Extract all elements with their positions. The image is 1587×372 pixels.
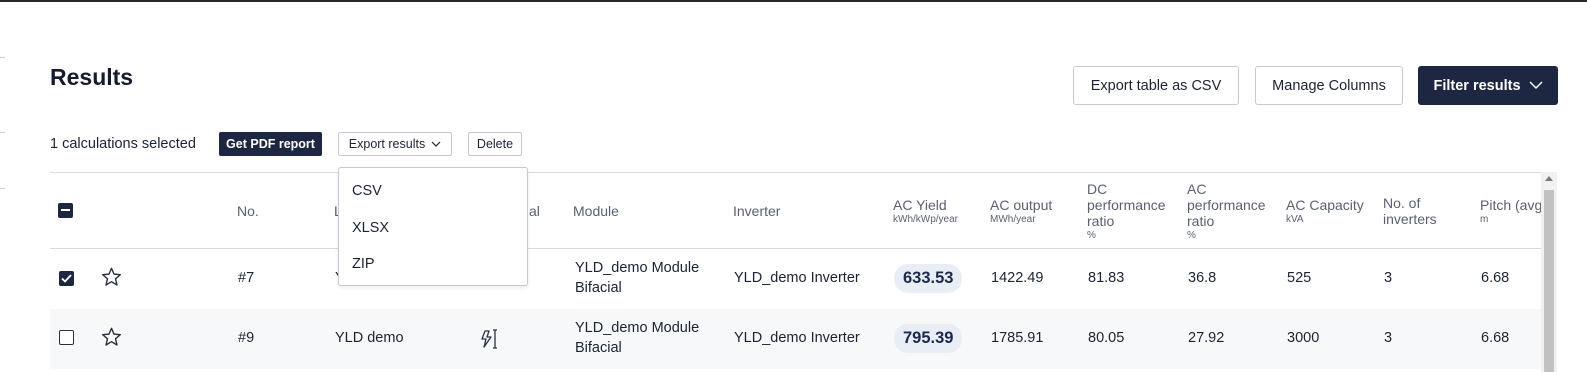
header-inverters-line: No. of [1383, 195, 1421, 211]
row-ac-pr: 36.8 [1188, 270, 1217, 286]
header-ac-pr-line: ratio [1187, 213, 1215, 229]
header-ac-output-unit: MWh/year [990, 214, 1036, 225]
row-module-line: YLD_demo Module [575, 260, 700, 276]
header-ac-output-label: AC output [990, 197, 1053, 213]
top-border [0, 0, 1587, 2]
header-pitch-label: Pitch (avg [1480, 197, 1543, 213]
star-icon[interactable] [101, 327, 122, 347]
table-scrollbar[interactable] [1541, 172, 1557, 372]
left-divider [0, 57, 5, 58]
cursor-text-icon [481, 329, 497, 349]
page-title: Results [50, 64, 134, 90]
left-divider [0, 188, 5, 189]
header-ac-output[interactable]: AC output MWh/year [990, 197, 1052, 226]
filter-results-button[interactable]: Filter results [1418, 66, 1558, 105]
row-module: YLD_demo Module Bifacial [575, 258, 699, 298]
chevron-down-icon [431, 141, 441, 147]
export-results-button[interactable]: Export results [338, 132, 452, 156]
header-no[interactable]: No. [237, 203, 259, 219]
header-dc-pr-line: ratio [1087, 213, 1115, 229]
ac-yield-badge: 633.53 [894, 264, 963, 293]
row-no: #7 [238, 270, 255, 286]
row-label: YLD demo [335, 330, 404, 346]
select-all-checkbox[interactable] [58, 203, 73, 218]
ac-yield-badge: 795.39 [894, 324, 963, 353]
row-module: YLD_demo Module Bifacial [575, 318, 699, 358]
header-ac-yield-unit: kWh/kWp/year [893, 214, 959, 225]
row-pitch: 6.68 [1481, 270, 1510, 286]
header-inverters-line: inverters [1383, 211, 1437, 227]
header-dc-pr-unit: % [1087, 230, 1096, 241]
row-inverter: YLD_demo Inverter [734, 330, 860, 346]
results-page: Results Export table as CSV Manage Colum… [0, 0, 1587, 372]
get-pdf-report-button[interactable]: Get PDF report [219, 132, 322, 156]
header-ac-pr-unit: % [1187, 230, 1196, 241]
manage-columns-button[interactable]: Manage Columns [1255, 66, 1403, 105]
row-module-line: Bifacial [575, 340, 622, 356]
delete-button[interactable]: Delete [468, 132, 522, 156]
results-table: No. L al Module Inverter AC Yield kWh/kW… [50, 172, 1546, 372]
export-menu-item-csv[interactable]: CSV [352, 183, 382, 199]
checkmark-icon [61, 274, 72, 283]
row-ac-capacity: 525 [1287, 270, 1312, 286]
row-ac-pr: 27.92 [1188, 330, 1225, 346]
row-ac-capacity: 3000 [1287, 330, 1320, 346]
row-dc-pr: 80.05 [1088, 330, 1125, 346]
header-ac-performance-ratio[interactable]: AC performance ratio % [1187, 181, 1266, 242]
row-inverters: 3 [1384, 270, 1393, 286]
header-ac-pr-line: performance [1187, 197, 1266, 213]
table-row[interactable]: #7 Y YLD_demo Module Bifacial YLD_demo I… [50, 249, 1546, 309]
export-menu-item-zip[interactable]: ZIP [352, 256, 375, 272]
row-ac-output: 1422.49 [991, 270, 1044, 286]
row-pitch: 6.68 [1481, 330, 1510, 346]
header-ac-capacity-label: AC Capacity [1286, 197, 1364, 213]
selection-count: 1 calculations selected [50, 136, 196, 152]
row-dc-pr: 81.83 [1088, 270, 1125, 286]
export-results-label: Export results [348, 137, 426, 151]
scroll-up-arrow-icon[interactable] [1545, 176, 1553, 181]
export-table-csv-button[interactable]: Export table as CSV [1073, 66, 1239, 105]
star-icon[interactable] [101, 267, 122, 287]
header-ac-pr-line: AC [1187, 181, 1207, 197]
row-inverter: YLD_demo Inverter [734, 270, 860, 286]
table-row[interactable]: #9 YLD demo YLD_demo Module Bifacial YLD… [50, 309, 1546, 369]
header-no-of-inverters[interactable]: No. of inverters [1383, 195, 1437, 227]
row-checkbox[interactable] [59, 271, 74, 286]
indeterminate-icon [61, 209, 70, 211]
row-inverters: 3 [1384, 330, 1393, 346]
export-results-menu: CSV XLSX ZIP [338, 167, 528, 286]
header-ac-capacity[interactable]: AC Capacity kVA [1286, 197, 1364, 226]
header-dc-pr-line: performance [1087, 197, 1166, 213]
header-module[interactable]: Module [573, 203, 619, 219]
filter-results-label: Filter results [1433, 77, 1521, 94]
row-module-line: YLD_demo Module [575, 320, 700, 336]
header-inverter[interactable]: Inverter [733, 203, 780, 219]
header-pitch-unit: m [1480, 214, 1489, 225]
row-module-line: Bifacial [575, 280, 622, 296]
header-dc-performance-ratio[interactable]: DC performance ratio % [1087, 181, 1166, 242]
header-ac-yield[interactable]: AC Yield kWh/kWp/year [893, 197, 958, 226]
row-checkbox[interactable] [59, 330, 74, 345]
header-pitch[interactable]: Pitch (avg m [1480, 197, 1542, 226]
header-ac-capacity-unit: kVA [1286, 214, 1304, 225]
header-dc-pr-line: DC [1087, 181, 1108, 197]
export-menu-item-xlsx[interactable]: XLSX [352, 220, 389, 236]
chevron-down-icon [1528, 81, 1543, 90]
table-header: No. L al Module Inverter AC Yield kWh/kW… [50, 173, 1546, 249]
row-no: #9 [238, 330, 255, 346]
left-divider [0, 132, 5, 133]
scrollbar-thumb[interactable] [1544, 190, 1554, 372]
header-type[interactable]: al [529, 203, 540, 219]
row-ac-output: 1785.91 [991, 330, 1044, 346]
header-ac-yield-label: AC Yield [893, 197, 947, 213]
